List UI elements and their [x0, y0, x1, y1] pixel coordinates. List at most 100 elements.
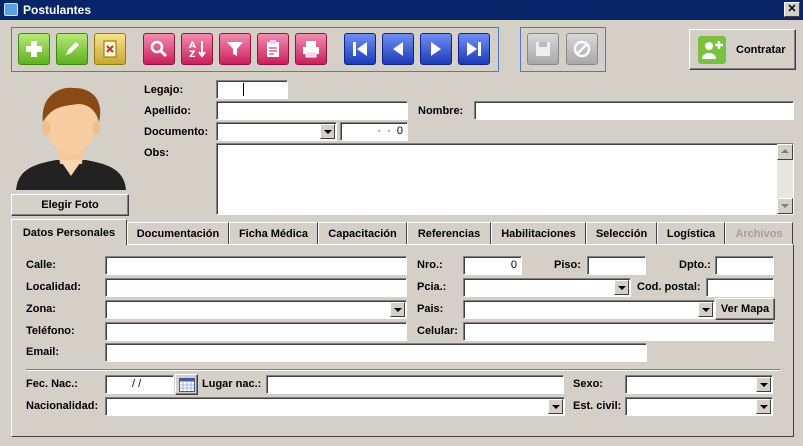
print-button[interactable]	[295, 33, 327, 65]
email-label: Email:	[26, 346, 60, 358]
cod-postal-label: Cod. postal:	[637, 281, 701, 293]
obs-label: Obs:	[144, 147, 170, 159]
tab-documentacion[interactable]: Documentación	[127, 222, 229, 244]
celular-label: Celular:	[417, 325, 458, 337]
section-divider	[26, 369, 780, 371]
save-button[interactable]	[527, 33, 559, 65]
piso-field[interactable]	[587, 256, 646, 275]
fec-nac-label: Fec. Nac.:	[26, 378, 78, 390]
document-number-field[interactable]: · · 0	[340, 122, 408, 141]
choose-photo-label: Elegir Foto	[41, 199, 99, 211]
tab-seleccion[interactable]: Selección	[586, 222, 657, 244]
pcia-label: Pcia.:	[417, 281, 447, 293]
filter-button[interactable]	[219, 33, 251, 65]
documento-label: Documento:	[144, 126, 209, 138]
delete-button[interactable]	[94, 33, 126, 65]
lugar-nac-label: Lugar nac.:	[202, 378, 262, 390]
pais-select[interactable]	[463, 300, 715, 319]
nombre-label: Nombre:	[418, 105, 464, 117]
nacionalidad-label: Nacionalidad:	[26, 400, 99, 412]
pcia-select[interactable]	[463, 278, 631, 297]
add-icon	[26, 41, 42, 57]
telefono-label: Teléfono:	[26, 325, 75, 337]
localidad-field[interactable]	[105, 278, 407, 297]
dpto-label: Dpto.:	[679, 259, 711, 271]
filter-icon	[227, 42, 243, 56]
edit-button[interactable]	[56, 33, 88, 65]
text-cursor	[243, 83, 244, 96]
piso-label: Piso:	[554, 259, 581, 271]
next-record-button[interactable]	[420, 33, 452, 65]
nombre-field[interactable]	[474, 101, 794, 120]
tab-archivos: Archivos	[725, 222, 793, 244]
sort-button[interactable]: AZ	[181, 33, 213, 65]
nro-field[interactable]: 0	[463, 256, 522, 275]
zona-label: Zona:	[26, 303, 56, 315]
ver-mapa-button[interactable]: Ver Mapa	[715, 298, 775, 320]
search-icon	[150, 40, 168, 58]
chevron-down-icon[interactable]	[756, 399, 771, 414]
est-civil-select[interactable]	[625, 397, 773, 416]
last-record-button[interactable]	[458, 33, 490, 65]
calle-label: Calle:	[26, 259, 56, 271]
email-field[interactable]	[105, 343, 647, 362]
calendar-button[interactable]	[175, 374, 198, 395]
scroll-down-icon[interactable]	[777, 198, 793, 214]
legajo-field[interactable]	[216, 80, 288, 99]
tab-capacitacion[interactable]: Capacitación	[318, 222, 407, 244]
fec-nac-field[interactable]: / /	[105, 375, 174, 394]
title-bar: Postulantes ✕	[0, 0, 803, 20]
app-icon	[4, 3, 18, 16]
lugar-nac-field[interactable]	[266, 375, 564, 394]
document-type-select[interactable]	[216, 122, 337, 141]
prev-record-icon	[393, 42, 403, 56]
apellido-field[interactable]	[216, 101, 408, 120]
pais-label: Pais:	[417, 303, 444, 315]
first-record-button[interactable]	[344, 33, 376, 65]
chevron-down-icon[interactable]	[548, 399, 563, 414]
window-title: Postulantes	[23, 3, 92, 17]
close-button[interactable]: ✕	[784, 2, 800, 17]
obs-scrollbar[interactable]	[777, 144, 793, 214]
calendar-icon	[178, 378, 195, 392]
choose-photo-button[interactable]: Elegir Foto	[11, 194, 129, 216]
prev-record-button[interactable]	[382, 33, 414, 65]
sort-icon: AZ	[189, 41, 206, 60]
cod-postal-field[interactable]	[706, 278, 774, 297]
telefono-field[interactable]	[105, 322, 407, 341]
next-record-icon	[431, 42, 441, 56]
report-button[interactable]	[257, 33, 289, 65]
sexo-label: Sexo:	[573, 378, 603, 390]
nro-label: Nro.:	[417, 259, 443, 271]
save-icon	[536, 42, 550, 56]
chevron-down-icon[interactable]	[756, 377, 771, 392]
avatar	[16, 87, 126, 190]
sexo-select[interactable]	[625, 375, 773, 394]
tab-datos-personales[interactable]: Datos Personales	[11, 219, 127, 245]
calle-field[interactable]	[105, 256, 407, 275]
tab-habilitaciones[interactable]: Habilitaciones	[491, 222, 586, 244]
apellido-label: Apellido:	[144, 105, 192, 117]
tab-logistica[interactable]: Logística	[657, 222, 725, 244]
dpto-field[interactable]	[715, 256, 774, 275]
add-button[interactable]	[18, 33, 50, 65]
tab-ficha-medica[interactable]: Ficha Médica	[229, 222, 318, 244]
cancel-icon	[573, 40, 591, 58]
contratar-button[interactable]: Contratar	[689, 29, 796, 70]
chevron-down-icon[interactable]	[320, 124, 335, 139]
zona-select[interactable]	[105, 300, 407, 319]
svg-text:Z: Z	[189, 50, 196, 60]
print-icon	[303, 41, 319, 58]
first-record-icon	[353, 42, 367, 56]
nacionalidad-select[interactable]	[105, 397, 565, 416]
celular-field[interactable]	[463, 322, 774, 341]
obs-textarea[interactable]	[216, 143, 794, 215]
contratar-label: Contratar	[736, 43, 786, 56]
search-button[interactable]	[143, 33, 175, 65]
scroll-up-icon[interactable]	[777, 144, 793, 160]
chevron-down-icon[interactable]	[698, 302, 713, 317]
tab-referencias[interactable]: Referencias	[407, 222, 491, 244]
cancel-button[interactable]	[566, 33, 598, 65]
chevron-down-icon[interactable]	[614, 280, 629, 295]
chevron-down-icon[interactable]	[390, 302, 405, 317]
